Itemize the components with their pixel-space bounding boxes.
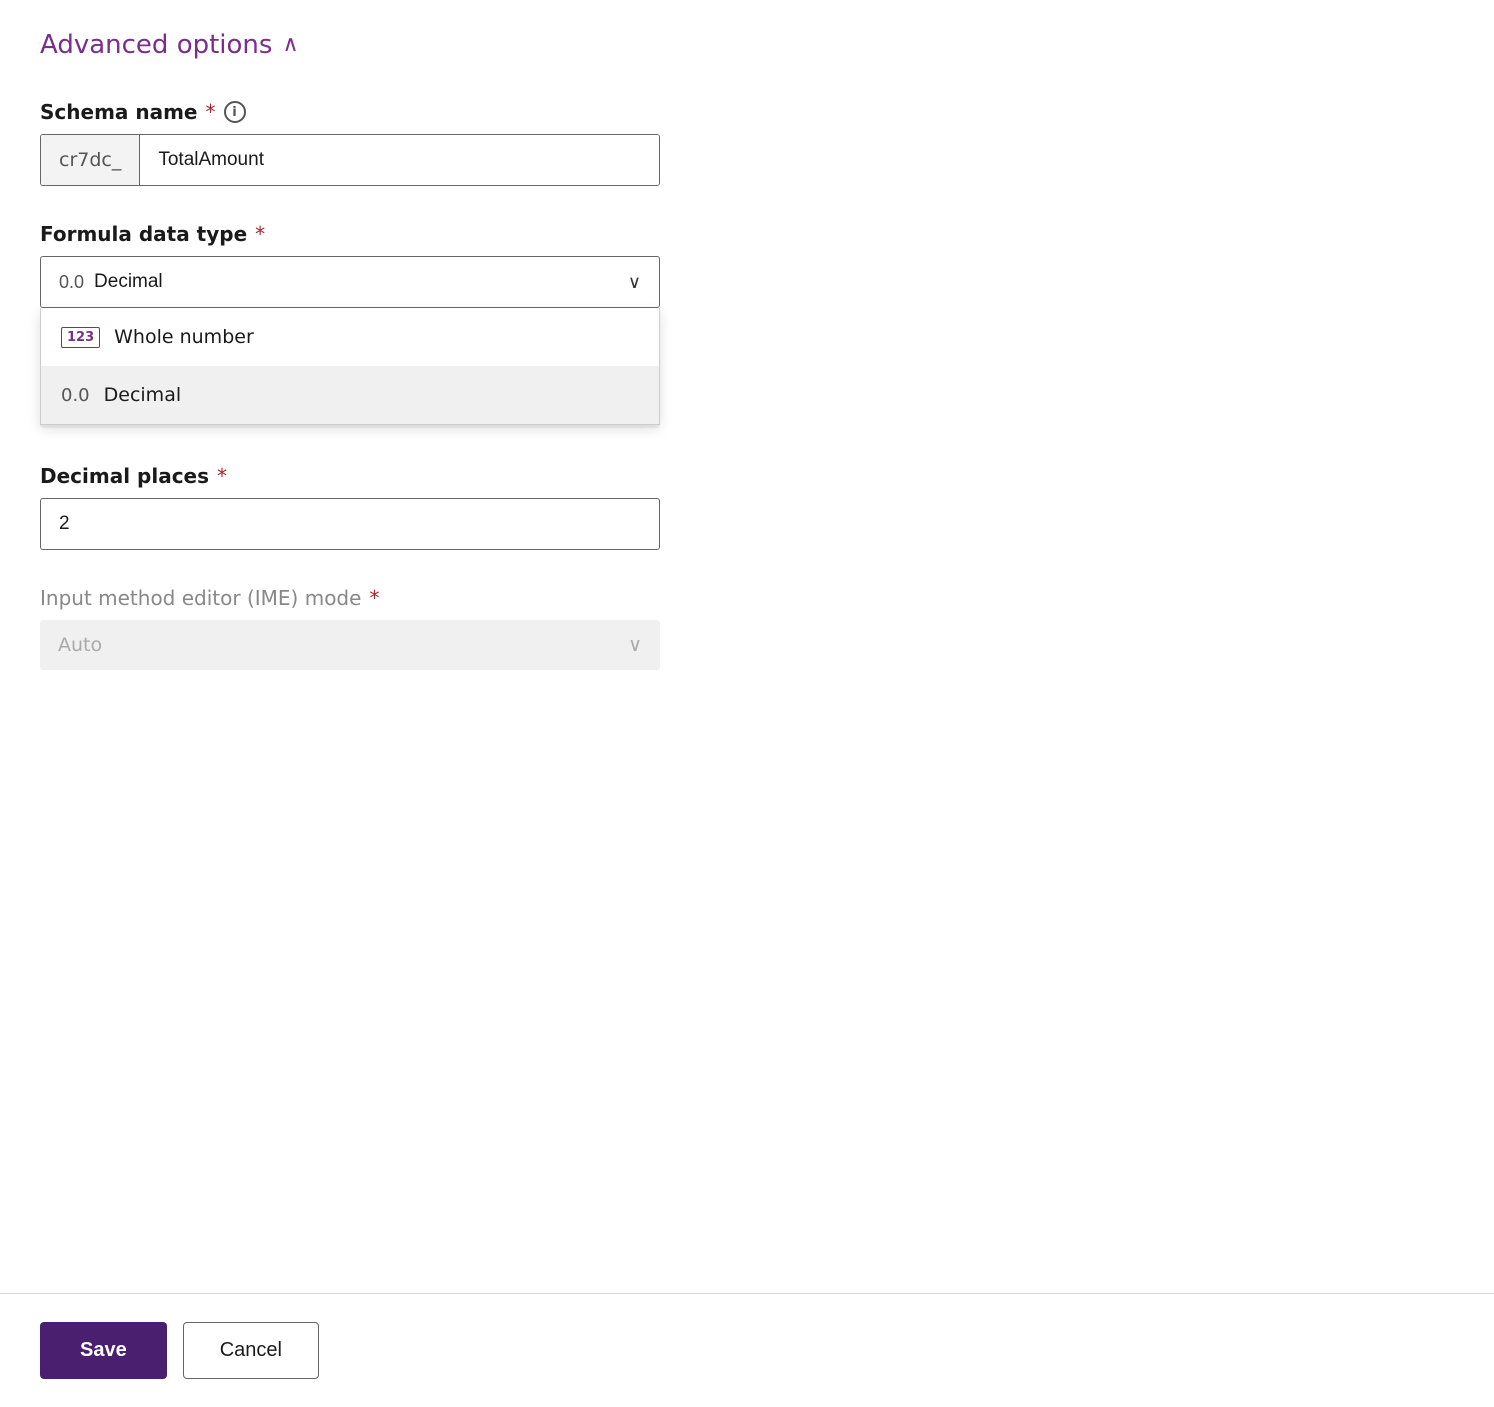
decimal-icon: 0.0	[59, 272, 84, 293]
schema-prefix: cr7dc_	[41, 135, 140, 185]
advanced-options-section: Advanced options ∧	[40, 30, 1454, 60]
formula-data-type-label: Formula data type *	[40, 222, 660, 246]
cancel-button[interactable]: Cancel	[183, 1322, 319, 1379]
ime-mode-value: Auto	[58, 634, 102, 656]
formula-data-type-chevron-icon: ∨	[628, 272, 641, 293]
formula-data-type-group: Formula data type * 0.0 Decimal ∨ 123 Wh…	[40, 222, 660, 308]
dropdown-item-whole-number[interactable]: 123 Whole number	[41, 308, 659, 366]
ime-mode-group: Input method editor (IME) mode * Auto ∨	[40, 586, 660, 670]
ime-mode-label: Input method editor (IME) mode *	[40, 586, 660, 610]
advanced-options-chevron-icon[interactable]: ∧	[282, 34, 298, 56]
schema-name-label: Schema name * i	[40, 100, 660, 124]
save-button[interactable]: Save	[40, 1322, 167, 1379]
dropdown-item-decimal[interactable]: 0.0 Decimal	[41, 366, 659, 424]
decimal-places-label: Decimal places *	[40, 464, 660, 488]
formula-data-type-selected-value: Decimal	[94, 271, 163, 293]
advanced-options-title[interactable]: Advanced options	[40, 30, 272, 60]
formula-data-type-required: *	[255, 222, 265, 246]
schema-name-required: *	[206, 100, 216, 124]
decimal-places-input[interactable]	[40, 498, 660, 550]
formula-data-type-dropdown[interactable]: 0.0 Decimal ∨	[40, 256, 660, 308]
schema-name-input[interactable]	[140, 135, 659, 185]
decimal-places-required: *	[217, 464, 227, 488]
formula-data-type-dropdown-container: 0.0 Decimal ∨ 123 Whole number 0.0 Decim…	[40, 256, 660, 308]
ime-mode-chevron-icon: ∨	[628, 634, 642, 656]
ime-mode-required: *	[369, 586, 379, 610]
schema-name-info-icon[interactable]: i	[224, 101, 246, 123]
footer-bar: Save Cancel	[0, 1293, 1494, 1407]
whole-number-label: Whole number	[114, 326, 254, 348]
formula-data-type-menu: 123 Whole number 0.0 Decimal	[40, 308, 660, 425]
whole-number-icon: 123	[61, 327, 100, 348]
decimal-option-icon: 0.0	[61, 385, 90, 406]
schema-name-group: Schema name * i cr7dc_	[40, 100, 660, 186]
ime-mode-dropdown: Auto ∨	[40, 620, 660, 670]
schema-name-input-row: cr7dc_	[40, 134, 660, 186]
decimal-places-group: Decimal places *	[40, 464, 660, 550]
decimal-label: Decimal	[104, 384, 181, 406]
